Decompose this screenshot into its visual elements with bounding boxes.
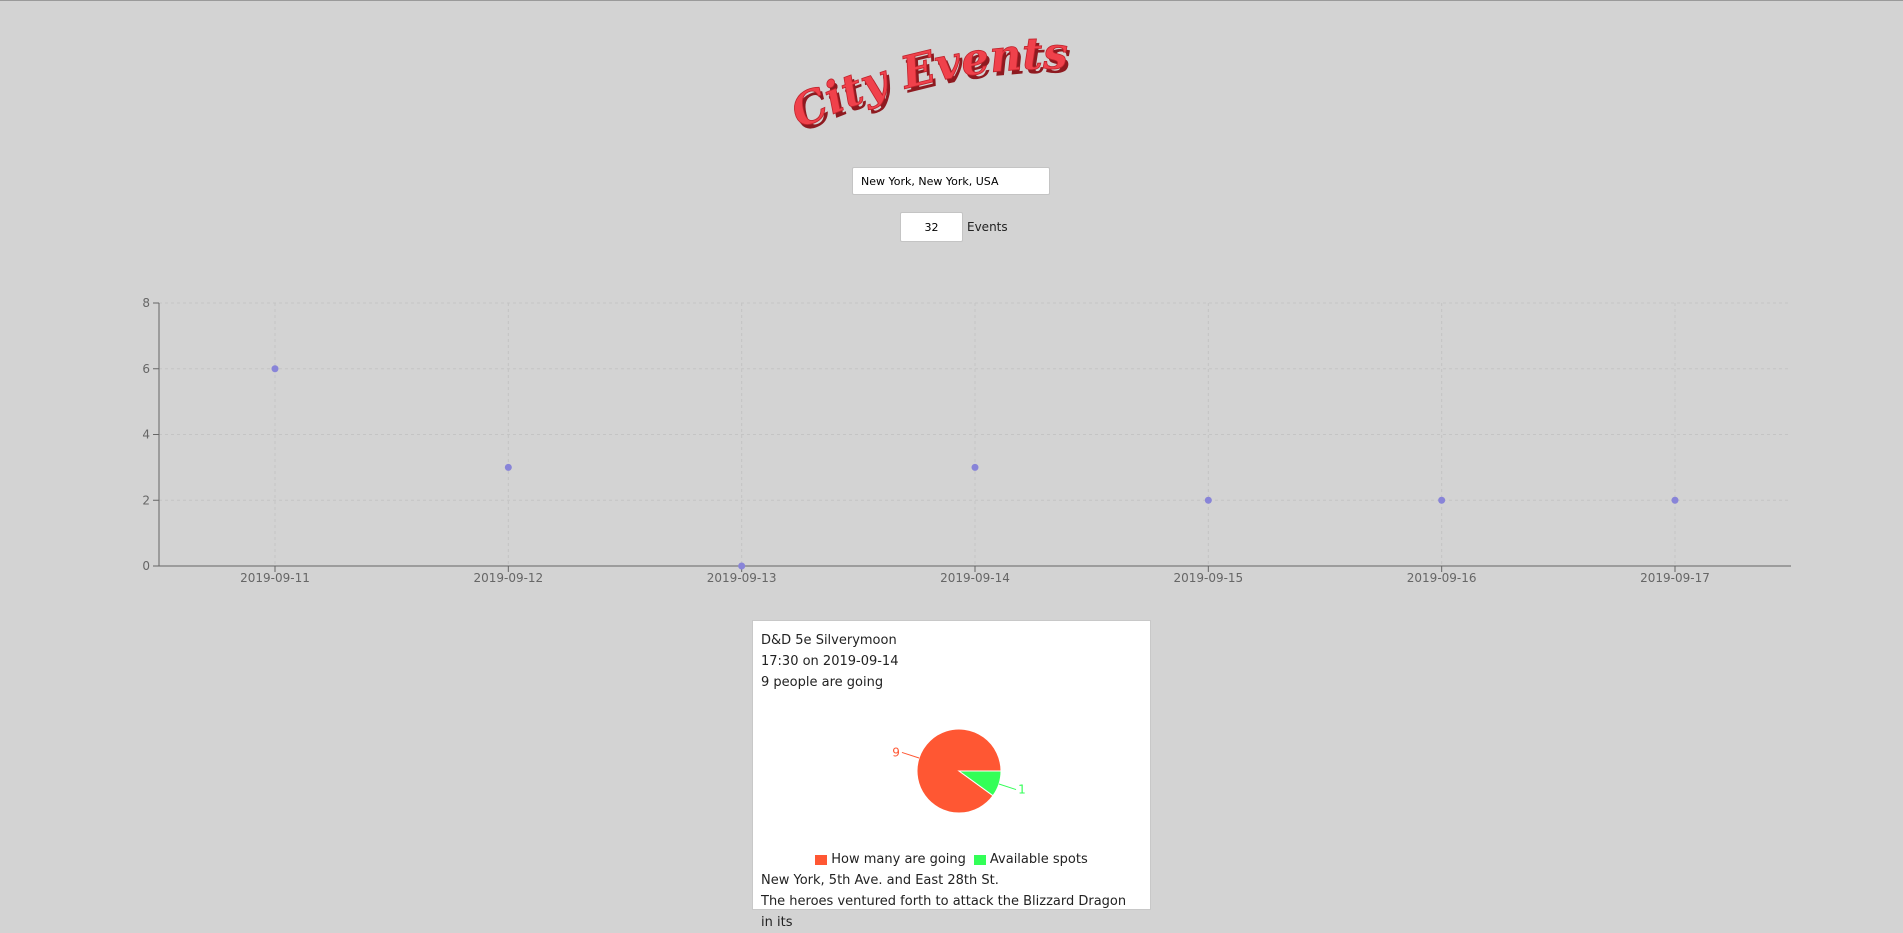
x-tick-label: 2019-09-15 [1173, 571, 1243, 585]
legend-item-available: Available spots [973, 849, 1088, 870]
event-card: D&D 5e Silverymoon 17:30 on 2019-09-14 9… [752, 620, 1151, 930]
x-tick-label: 2019-09-13 [707, 571, 777, 585]
event-location: New York, 5th Ave. and East 28th St. [761, 873, 999, 888]
legend-label-going: How many are going [831, 852, 966, 867]
y-tick-label: 2 [142, 493, 150, 507]
scatter-point [738, 562, 746, 570]
scatter-point [1671, 496, 1679, 504]
legend-label-available: Available spots [989, 852, 1088, 867]
y-tick-label: 0 [142, 559, 150, 573]
events-scatter-chart: 0 2 4 6 8 2019-09-11 2019-09-12 2019-09-13 2019-… [142, 296, 1791, 585]
event-going-count: 9 people are going [761, 675, 884, 690]
legend-swatch-available [973, 854, 986, 865]
event-title: D&D 5e Silverymoon [761, 633, 897, 648]
y-tick-label: 4 [142, 428, 150, 442]
y-tick-label: 8 [142, 296, 150, 310]
x-tick-label: 2019-09-12 [473, 571, 543, 585]
pie-label: 1 [1018, 783, 1026, 797]
legend-item-going: How many are going [815, 849, 966, 870]
pie-label-line [901, 751, 920, 759]
pie-legend: How many are going Available spots [761, 849, 1142, 870]
x-tick-label: 2019-09-17 [1640, 571, 1710, 585]
scatter-point [971, 463, 979, 471]
scatter-point [504, 463, 512, 471]
event-time: 17:30 on 2019-09-14 [761, 654, 899, 669]
scatter-point [271, 365, 279, 373]
x-tick-label: 2019-09-16 [1407, 571, 1477, 585]
chart-grid [159, 302, 1791, 567]
scatter-point [1438, 496, 1446, 504]
legend-swatch-going [815, 854, 828, 865]
scatter-point [1204, 496, 1212, 504]
pie-label: 9 [892, 745, 900, 759]
pie-label-line [998, 783, 1017, 791]
x-tick-label: 2019-09-11 [240, 571, 310, 585]
x-tick-label: 2019-09-14 [940, 571, 1010, 585]
event-description: The heroes ventured forth to attack the … [761, 894, 1127, 930]
y-tick-label: 6 [142, 362, 150, 376]
attendance-pie-chart: 91 [761, 699, 1142, 849]
